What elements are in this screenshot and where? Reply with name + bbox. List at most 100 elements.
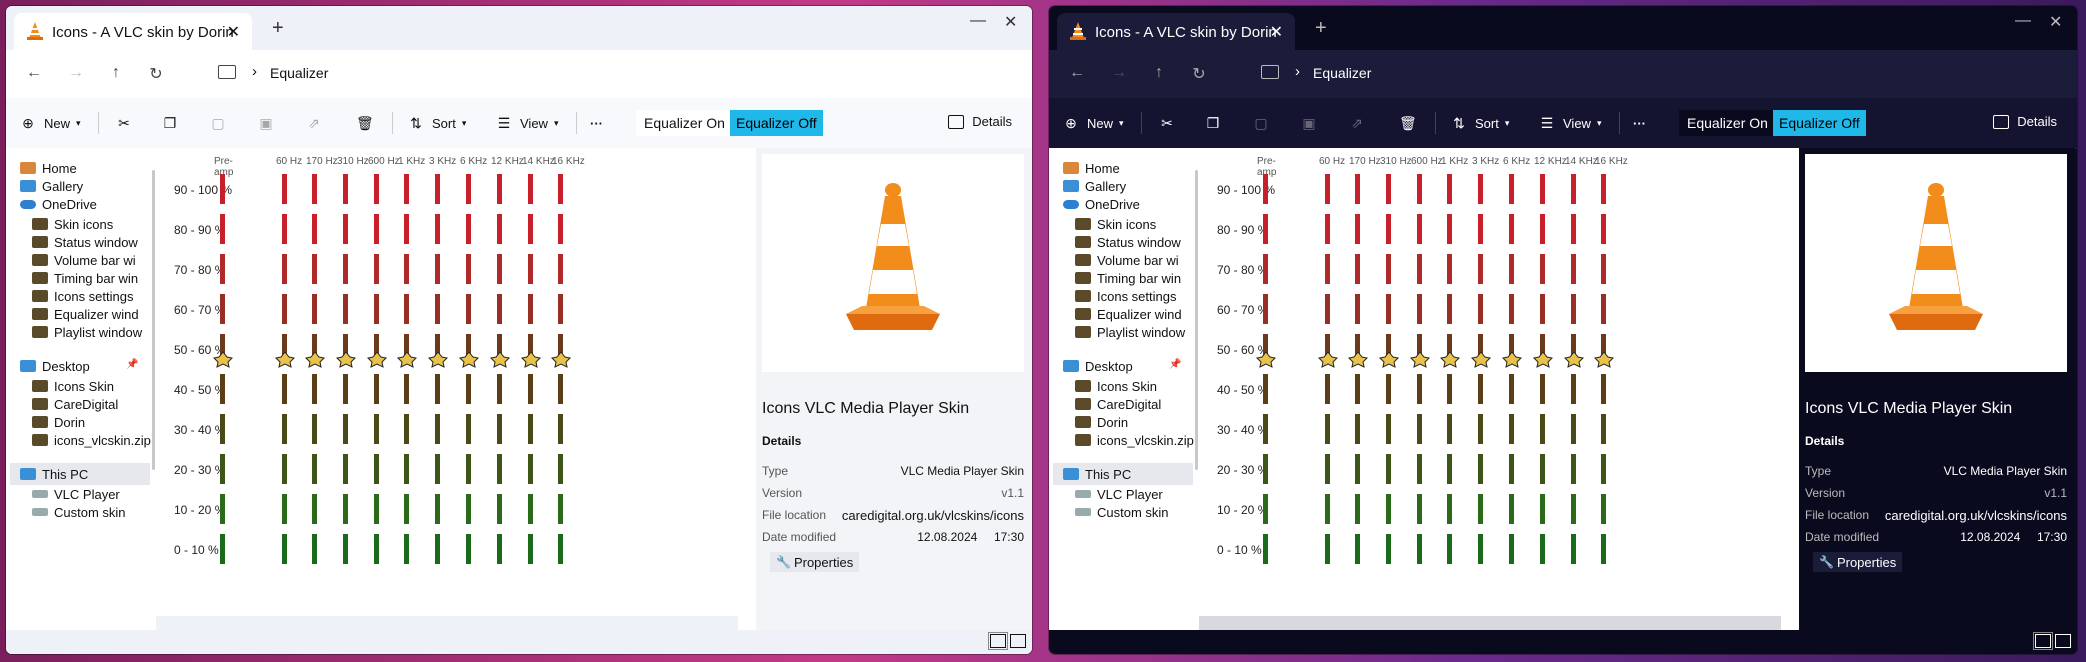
slider-thumb-icon[interactable] bbox=[489, 351, 511, 368]
slider-thumb-icon[interactable] bbox=[1593, 351, 1615, 368]
tiles-view-icon[interactable] bbox=[1010, 634, 1026, 648]
nav-scrollbar[interactable] bbox=[152, 170, 155, 470]
delete-button[interactable]: 🗑 bbox=[1399, 98, 1417, 148]
refresh-button[interactable]: ↻ bbox=[1189, 64, 1209, 84]
new-button[interactable]: ⊕ New ▾ bbox=[1063, 98, 1123, 148]
sidebar-item-icons-settings[interactable]: Icons settings bbox=[32, 286, 134, 306]
up-button[interactable]: ↑ bbox=[106, 64, 126, 82]
paste-button[interactable]: ▢ bbox=[210, 98, 226, 148]
slider-thumb-icon[interactable] bbox=[1470, 351, 1492, 368]
new-button[interactable]: ⊕ New ▾ bbox=[20, 98, 80, 148]
sidebar-item-onedrive[interactable]: OneDrive bbox=[1063, 194, 1140, 214]
slider-thumb-icon[interactable] bbox=[550, 351, 572, 368]
slider-thumb-icon[interactable] bbox=[366, 351, 388, 368]
pin-icon[interactable]: 📌 bbox=[1169, 359, 1181, 370]
slider-thumb-icon[interactable] bbox=[335, 351, 357, 368]
sort-button[interactable]: ⇅ Sort ▾ bbox=[408, 98, 466, 148]
sidebar-item-playlist-window[interactable]: Playlist window bbox=[32, 322, 142, 342]
refresh-button[interactable]: ↻ bbox=[146, 64, 166, 84]
sidebar-item-icons-skin[interactable]: Icons Skin bbox=[32, 376, 114, 396]
sidebar-item-caredigital[interactable]: CareDigital bbox=[1075, 394, 1161, 414]
sidebar-item-home[interactable]: Home bbox=[20, 158, 77, 178]
sidebar-item-skin-icons[interactable]: Skin icons bbox=[32, 214, 113, 234]
cut-button[interactable]: ✂ bbox=[1159, 98, 1175, 148]
minimize-button[interactable]: — bbox=[2015, 12, 2031, 30]
slider-thumb-icon[interactable] bbox=[1532, 351, 1554, 368]
sidebar-item-custom-skin[interactable]: Custom skin bbox=[32, 502, 126, 522]
sidebar-item-icons-skin[interactable]: Icons Skin bbox=[1075, 376, 1157, 396]
properties-button[interactable]: 🔧 Properties bbox=[770, 552, 860, 572]
sidebar-item-dorin[interactable]: Dorin bbox=[1075, 412, 1128, 432]
sidebar-item-vlc-player[interactable]: VLC Player bbox=[32, 484, 120, 504]
rename-button[interactable]: ▣ bbox=[258, 98, 274, 148]
close-window-button[interactable]: ✕ bbox=[2049, 12, 2062, 32]
breadcrumb[interactable]: Equalizer bbox=[270, 65, 328, 81]
sidebar-item-playlist-window[interactable]: Playlist window bbox=[1075, 322, 1185, 342]
forward-button[interactable]: → bbox=[1109, 64, 1129, 82]
slider-thumb-icon[interactable] bbox=[1439, 351, 1461, 368]
equalizer-off-button[interactable]: Equalizer Off bbox=[730, 110, 823, 136]
slider-thumb-icon[interactable] bbox=[520, 351, 542, 368]
pin-icon[interactable]: 📌 bbox=[126, 359, 138, 370]
tab-active[interactable]: Icons - A VLC skin by Dorin ✕ bbox=[14, 13, 252, 50]
rename-button[interactable]: ▣ bbox=[1301, 98, 1317, 148]
slider-thumb-icon[interactable] bbox=[1563, 351, 1585, 368]
sidebar-item-this-pc[interactable]: This PC bbox=[20, 464, 88, 484]
sidebar-item-timing-bar-win[interactable]: Timing bar win bbox=[32, 268, 138, 288]
details-pane-button[interactable]: Details bbox=[948, 114, 1012, 129]
minimize-button[interactable]: — bbox=[970, 12, 986, 30]
sidebar-item-caredigital[interactable]: CareDigital bbox=[32, 394, 118, 414]
more-options-button[interactable]: ··· bbox=[590, 98, 603, 148]
new-tab-button[interactable]: + bbox=[272, 18, 284, 38]
sidebar-item-skin-icons[interactable]: Skin icons bbox=[1075, 214, 1156, 234]
slider-thumb-icon[interactable] bbox=[1501, 351, 1523, 368]
sidebar-item-timing-bar-win[interactable]: Timing bar win bbox=[1075, 268, 1181, 288]
back-button[interactable]: ← bbox=[24, 64, 44, 82]
up-button[interactable]: ↑ bbox=[1149, 64, 1169, 82]
sidebar-item-desktop[interactable]: Desktop bbox=[1063, 356, 1133, 376]
view-button[interactable]: ☰ View ▾ bbox=[1539, 98, 1602, 148]
slider-thumb-icon[interactable] bbox=[304, 351, 326, 368]
properties-button[interactable]: 🔧 Properties bbox=[1813, 552, 1903, 572]
sidebar-item-equalizer-wind[interactable]: Equalizer wind bbox=[1075, 304, 1182, 324]
more-options-button[interactable]: ··· bbox=[1633, 98, 1646, 148]
chevron-right-icon[interactable]: › bbox=[1295, 63, 1300, 80]
copy-button[interactable]: ❐ bbox=[1205, 98, 1221, 148]
sidebar-item-custom-skin[interactable]: Custom skin bbox=[1075, 502, 1169, 522]
computer-icon[interactable] bbox=[1261, 65, 1279, 79]
close-window-button[interactable]: ✕ bbox=[1004, 12, 1017, 32]
sidebar-item-equalizer-wind[interactable]: Equalizer wind bbox=[32, 304, 139, 324]
tab-active[interactable]: Icons - A VLC skin by Dorin ✕ bbox=[1057, 13, 1295, 50]
details-pane-button[interactable]: Details bbox=[1993, 114, 2057, 129]
sidebar-item-gallery[interactable]: Gallery bbox=[1063, 176, 1126, 196]
equalizer-off-button[interactable]: Equalizer Off bbox=[1773, 110, 1866, 136]
details-view-icon[interactable] bbox=[988, 632, 1008, 650]
sidebar-item-icons-settings[interactable]: Icons settings bbox=[1075, 286, 1177, 306]
slider-thumb-icon[interactable] bbox=[274, 351, 296, 368]
sidebar-item-status-window[interactable]: Status window bbox=[1075, 232, 1181, 252]
copy-button[interactable]: ❐ bbox=[162, 98, 178, 148]
slider-thumb-icon[interactable] bbox=[1409, 351, 1431, 368]
new-tab-button[interactable]: + bbox=[1315, 18, 1327, 38]
cut-button[interactable]: ✂ bbox=[116, 98, 132, 148]
sidebar-item-desktop[interactable]: Desktop bbox=[20, 356, 90, 376]
sidebar-item-volume-bar-wi[interactable]: Volume bar wi bbox=[1075, 250, 1179, 270]
slider-thumb-icon[interactable] bbox=[1378, 351, 1400, 368]
share-button[interactable]: ⇗ bbox=[306, 98, 322, 148]
close-tab-icon[interactable]: ✕ bbox=[227, 22, 240, 42]
delete-button[interactable]: 🗑 bbox=[356, 98, 374, 148]
equalizer-on-button[interactable]: Equalizer On bbox=[636, 110, 733, 136]
details-view-icon[interactable] bbox=[2033, 632, 2053, 650]
sidebar-item-icons-vlcskin-zip[interactable]: icons_vlcskin.zip bbox=[1075, 430, 1194, 450]
sidebar-item-dorin[interactable]: Dorin bbox=[32, 412, 85, 432]
slider-thumb-icon[interactable] bbox=[427, 351, 449, 368]
sidebar-item-this-pc[interactable]: This PC bbox=[1063, 464, 1131, 484]
sidebar-item-home[interactable]: Home bbox=[1063, 158, 1120, 178]
tiles-view-icon[interactable] bbox=[2055, 634, 2071, 648]
equalizer-on-button[interactable]: Equalizer On bbox=[1679, 110, 1776, 136]
location-value[interactable]: caredigital.org.uk/vlcskins/icons bbox=[1885, 508, 2067, 523]
location-value[interactable]: caredigital.org.uk/vlcskins/icons bbox=[842, 508, 1024, 523]
sidebar-item-status-window[interactable]: Status window bbox=[32, 232, 138, 252]
slider-thumb-icon[interactable] bbox=[1347, 351, 1369, 368]
view-button[interactable]: ☰ View ▾ bbox=[496, 98, 559, 148]
